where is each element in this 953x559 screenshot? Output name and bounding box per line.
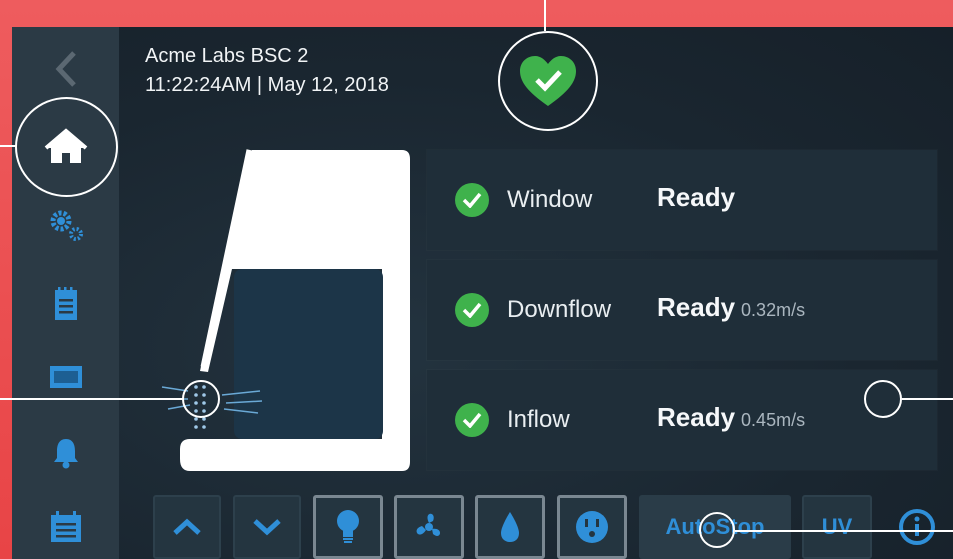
callout-line bbox=[544, 0, 546, 31]
back-button[interactable] bbox=[12, 49, 119, 89]
uv-button[interactable]: UV bbox=[802, 495, 872, 559]
bsc-touchscreen: Acme Labs BSC 2 11:22:24AM | May 12, 201… bbox=[12, 27, 953, 559]
row-label: Inflow bbox=[507, 406, 570, 433]
callout-line bbox=[0, 398, 183, 400]
status-row-downflow[interactable]: Downflow Ready 0.32m/s bbox=[427, 260, 937, 360]
settings-gears-icon bbox=[50, 210, 83, 241]
sidebar-item-display[interactable] bbox=[12, 357, 119, 397]
sidebar-item-log[interactable] bbox=[12, 279, 119, 329]
row-status: Ready 0.45m/s bbox=[657, 402, 806, 432]
date-time: 11:22:24AM | May 12, 2018 bbox=[145, 74, 389, 96]
status-row-window[interactable]: Window Ready bbox=[427, 150, 937, 250]
light-button[interactable] bbox=[313, 495, 383, 559]
device-name: Acme Labs BSC 2 bbox=[145, 45, 309, 67]
chevron-up-icon bbox=[173, 518, 201, 535]
check-icon bbox=[455, 293, 489, 327]
light-bulb-icon bbox=[337, 510, 359, 543]
fan-icon bbox=[416, 513, 441, 536]
check-icon bbox=[455, 403, 489, 437]
display-screen-icon bbox=[49, 366, 82, 388]
info-icon bbox=[899, 509, 935, 545]
sash-down-button[interactable] bbox=[233, 495, 301, 559]
heart-check-icon bbox=[520, 56, 576, 106]
callout-ring bbox=[15, 97, 118, 197]
callout-line bbox=[735, 530, 953, 532]
chevron-down-icon bbox=[253, 519, 281, 536]
sidebar-item-settings[interactable] bbox=[12, 202, 119, 247]
row-value: 0.45m/s bbox=[741, 410, 806, 430]
log-notepad-icon bbox=[54, 287, 77, 320]
gas-drop-icon bbox=[501, 512, 519, 542]
overall-status-indicator[interactable] bbox=[498, 31, 598, 131]
callout-line bbox=[902, 398, 953, 400]
fan-button[interactable] bbox=[394, 495, 464, 559]
uv-label: UV bbox=[821, 514, 853, 539]
sidebar-item-alarms[interactable] bbox=[12, 430, 119, 475]
sidebar-item-calendar[interactable] bbox=[12, 504, 119, 549]
callout-ring bbox=[864, 380, 902, 418]
cabinet-diagram bbox=[160, 149, 410, 471]
calendar-icon bbox=[50, 510, 81, 542]
callout-ring bbox=[182, 380, 220, 418]
callout-ring bbox=[699, 512, 735, 548]
row-label: Downflow bbox=[507, 296, 612, 323]
outlet-button[interactable] bbox=[557, 495, 627, 559]
back-chevron-icon bbox=[55, 51, 76, 87]
alarm-bell-icon bbox=[53, 438, 78, 468]
gas-button[interactable] bbox=[475, 495, 545, 559]
check-icon bbox=[455, 183, 489, 217]
outlet-icon bbox=[576, 511, 608, 543]
row-status: Ready bbox=[657, 182, 736, 212]
row-status: Ready 0.32m/s bbox=[657, 292, 806, 322]
row-label: Window bbox=[507, 186, 593, 213]
info-button[interactable] bbox=[887, 495, 947, 559]
sash-up-button[interactable] bbox=[153, 495, 221, 559]
status-row-inflow[interactable]: Inflow Ready 0.45m/s bbox=[427, 370, 937, 470]
row-value: 0.32m/s bbox=[741, 300, 806, 320]
callout-line bbox=[0, 145, 16, 147]
